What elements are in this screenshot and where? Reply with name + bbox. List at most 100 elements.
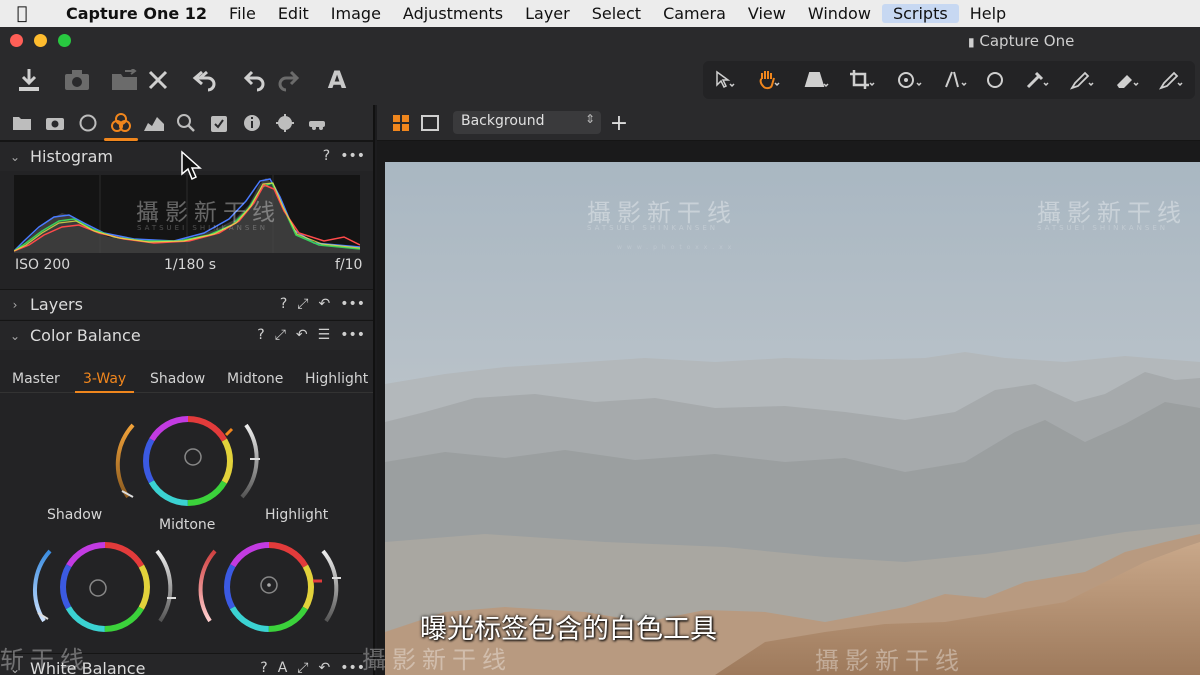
picker-icon[interactable]	[1019, 64, 1055, 96]
menu-edit[interactable]: Edit	[267, 4, 320, 23]
highlight-wheel[interactable]	[224, 542, 314, 632]
tab-shadow[interactable]: Shadow	[150, 371, 205, 387]
window-title: ▮ Capture One	[968, 32, 1075, 50]
watermark-sub: SATSUEI SHINKANSEN	[137, 224, 268, 232]
menu-view[interactable]: View	[737, 4, 797, 23]
add-layer-button[interactable]: +	[607, 111, 631, 136]
select-cursor-icon[interactable]	[707, 64, 743, 96]
layer-select[interactable]: Background ⇕	[453, 111, 601, 134]
color-balance-tabs: Master 3-Way Shadow Midtone Highlight	[0, 367, 373, 393]
more-menu-icon[interactable]: •••	[340, 296, 365, 312]
copy-apply-icon[interactable]: ⤢	[297, 296, 308, 312]
shadow-luma-slider[interactable]	[32, 549, 52, 623]
help-icon[interactable]: ?	[323, 148, 330, 164]
grid-view-icon[interactable]	[389, 112, 413, 134]
help-icon[interactable]: ?	[260, 660, 267, 675]
rotate-icon[interactable]	[891, 64, 927, 96]
chevron-right-icon[interactable]: ›	[0, 298, 30, 312]
import-icon[interactable]	[12, 63, 46, 97]
watermark-text: 攝影新干线	[815, 647, 965, 675]
tab-master[interactable]: Master	[12, 371, 60, 387]
capture-icon[interactable]	[42, 111, 68, 135]
delete-icon[interactable]	[141, 63, 175, 97]
copy-apply-icon[interactable]: ⤢	[275, 327, 286, 343]
eraser-icon[interactable]	[1109, 64, 1145, 96]
cursor-tools-group	[703, 61, 1195, 99]
layers-header[interactable]: › Layers ? ⤢ ↶ •••	[0, 289, 373, 319]
zoom-window-button[interactable]	[58, 34, 71, 47]
tool-tabs	[0, 105, 373, 141]
spot-removal-icon[interactable]	[977, 64, 1013, 96]
reset-icon[interactable]: ↶	[318, 296, 330, 312]
aperture-value: f/10	[335, 257, 363, 273]
tab-3-way[interactable]: 3-Way	[74, 371, 135, 393]
color-balance-title: Color Balance	[30, 326, 141, 345]
menu-help[interactable]: Help	[959, 4, 1017, 23]
chevron-down-icon[interactable]: ⌄	[0, 150, 30, 164]
more-menu-icon[interactable]: •••	[340, 327, 365, 343]
more-menu-icon[interactable]: •••	[340, 148, 365, 164]
video-subtitle: 曝光标签包含的白色工具	[420, 614, 717, 645]
watermark-text: 攝影新干线	[136, 200, 281, 226]
midtone-wheel[interactable]	[143, 416, 233, 506]
main-toolbar: A	[0, 55, 1200, 105]
gradient-icon[interactable]	[1153, 64, 1189, 96]
keystone-icon[interactable]	[799, 64, 835, 96]
move-folder-icon[interactable]	[108, 63, 142, 97]
menu-layer[interactable]: Layer	[514, 4, 581, 23]
presets-icon[interactable]: ☰	[318, 327, 331, 343]
exposure-icon[interactable]	[141, 111, 167, 135]
details-icon[interactable]	[173, 111, 199, 135]
auto-adjust-icon[interactable]: A	[278, 660, 288, 675]
menu-window[interactable]: Window	[797, 4, 882, 23]
library-icon[interactable]	[9, 111, 35, 135]
undo-all-icon[interactable]	[188, 63, 222, 97]
chevron-down-icon[interactable]: ⌄	[0, 329, 30, 343]
menu-adjustments[interactable]: Adjustments	[392, 4, 514, 23]
single-view-icon[interactable]	[418, 112, 442, 134]
apple-menu-icon[interactable]: 	[0, 3, 44, 24]
close-window-button[interactable]	[10, 34, 23, 47]
crop-icon[interactable]	[844, 64, 880, 96]
text-icon[interactable]: A	[320, 63, 354, 97]
viewer-toolbar: Background ⇕ +	[377, 105, 1200, 141]
menu-file[interactable]: File	[218, 4, 267, 23]
image-viewer[interactable]: 攝影新干线 SATSUEI SHINKANSEN www.photoxx.xx …	[377, 141, 1200, 675]
menu-scripts[interactable]: Scripts	[881, 4, 959, 23]
copy-apply-icon[interactable]: ⤢	[297, 660, 308, 675]
tab-midtone[interactable]: Midtone	[227, 371, 283, 387]
help-icon[interactable]: ?	[280, 296, 287, 312]
reset-icon[interactable]: ↶	[318, 660, 330, 675]
undo-icon[interactable]	[238, 63, 272, 97]
straighten-icon[interactable]	[937, 64, 973, 96]
adjustments-icon[interactable]	[206, 111, 232, 135]
color-icon[interactable]	[104, 111, 138, 141]
output-icon[interactable]	[272, 111, 298, 135]
menu-image[interactable]: Image	[320, 4, 392, 23]
lens-icon[interactable]	[75, 111, 101, 135]
highlight-luma-slider[interactable]	[198, 549, 217, 623]
shadow-wheel[interactable]	[60, 542, 150, 632]
reset-icon[interactable]: ↶	[296, 327, 308, 343]
watermark-text: 攝影新干线	[1037, 199, 1187, 227]
minimize-window-button[interactable]	[34, 34, 47, 47]
watermark-sub: SATSUEI SHINKANSEN	[587, 224, 718, 232]
watermark-url: www.photoxx.xx	[617, 244, 737, 251]
menu-camera[interactable]: Camera	[652, 4, 737, 23]
app-menu[interactable]: Capture One 12	[44, 4, 218, 23]
menu-select[interactable]: Select	[581, 4, 652, 23]
tab-highlight[interactable]: Highlight	[305, 371, 368, 387]
camera-icon[interactable]	[60, 63, 94, 97]
highlight-saturation-slider[interactable]	[321, 549, 339, 623]
batch-icon[interactable]	[305, 111, 331, 135]
shadow-saturation-slider[interactable]	[155, 549, 173, 623]
midtone-saturation-slider[interactable]	[240, 423, 259, 499]
help-icon[interactable]: ?	[257, 327, 264, 343]
pan-hand-icon[interactable]	[751, 64, 787, 96]
color-balance-header[interactable]: ⌄ Color Balance ? ⤢ ↶ ☰ •••	[0, 320, 373, 350]
midtone-luma-slider[interactable]	[115, 423, 135, 499]
metadata-icon[interactable]	[239, 111, 265, 135]
redo-icon[interactable]	[271, 63, 305, 97]
brush-icon[interactable]	[1064, 64, 1100, 96]
watermark-text: 攝影新干线	[587, 199, 737, 227]
